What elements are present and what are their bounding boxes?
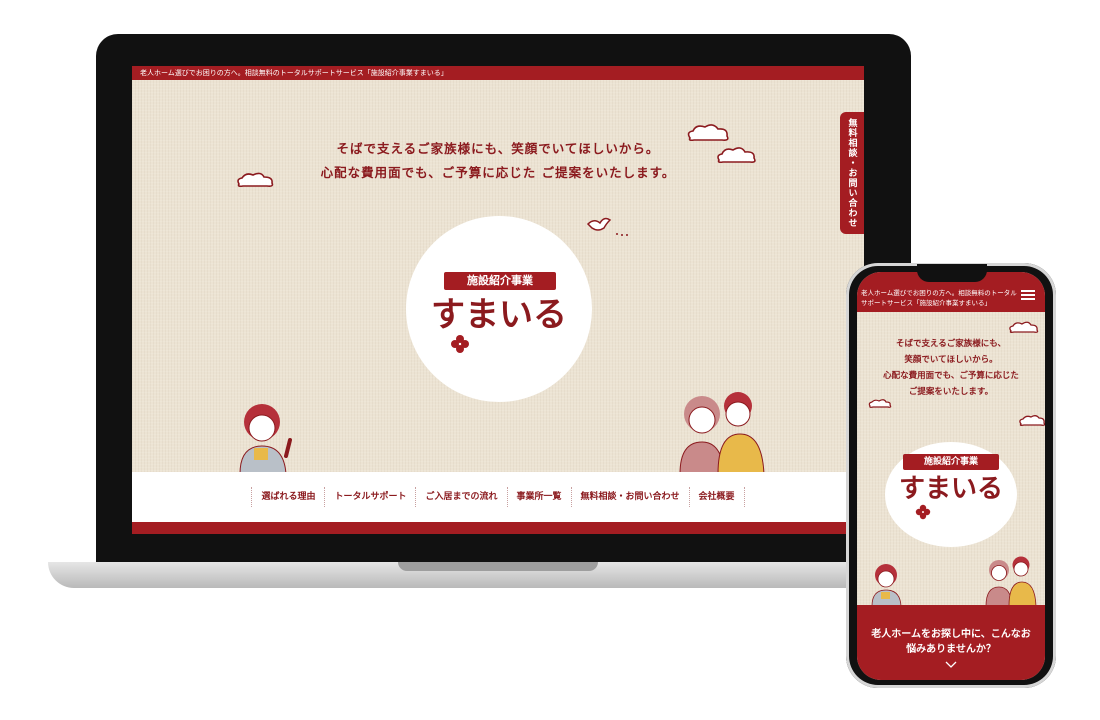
- mobile-logo-wordmark: すまいる: [898, 474, 1003, 504]
- mobile-tagline-line-1: そばで支えるご家族様にも、: [896, 339, 1006, 349]
- logo-ribbon: 施設紹介事業: [444, 272, 556, 290]
- mobile-woman-illustration: [871, 564, 902, 606]
- clover-icon: [915, 504, 931, 520]
- clover-icon: [451, 335, 469, 353]
- mobile-couple-illustration: [985, 556, 1037, 606]
- mobile-tagline-line-4: ご提案をいたします。: [908, 387, 994, 397]
- phone-notch: [917, 264, 987, 282]
- tagline-line-1: そばで支えるご家族様にも、笑顔でいてほしいから。: [336, 141, 660, 156]
- mobile-screen: 老人ホーム選びでお困りの方へ。相談無料のトータルサポートサービス「施設紹介事業す…: [857, 272, 1045, 680]
- nav-item-flow[interactable]: ご入居までの流れ: [415, 487, 506, 507]
- laptop-notch: [398, 562, 598, 571]
- couple-illustration: [679, 392, 765, 474]
- desktop-header-bar: 老人ホーム選びでお困りの方へ。相談無料のトータルサポートサービス「施設紹介事業す…: [132, 66, 864, 80]
- mobile-tagline-line-3: 心配な費用面でも、ご予算に応じた: [883, 371, 1019, 381]
- nav-item-total-support[interactable]: トータルサポート: [324, 487, 415, 507]
- desktop-screen: 老人ホーム選びでお困りの方へ。相談無料のトータルサポートサービス「施設紹介事業す…: [132, 66, 864, 534]
- mobile-worries-banner: 老人ホームをお探し中に、こんなお 悩みありませんか？: [857, 605, 1045, 680]
- cloud-icon: [1009, 321, 1039, 333]
- cloud-icon: [868, 399, 892, 408]
- banner-line-2: 悩みありませんか？: [906, 644, 996, 655]
- banner-line-1: 老人ホームをお探し中に、こんなお: [871, 629, 1031, 640]
- nav-item-company[interactable]: 会社概要: [688, 487, 745, 507]
- global-nav: 選ばれる理由 トータルサポート ご入居までの流れ 事業所一覧 無料相談・お問い合…: [132, 472, 864, 522]
- contact-side-tab[interactable]: 無料相談・お問い合わせ: [840, 112, 864, 234]
- nav-item-reasons[interactable]: 選ばれる理由: [251, 487, 324, 507]
- hamburger-menu-icon[interactable]: [1021, 290, 1035, 300]
- nav-item-offices[interactable]: 事業所一覧: [506, 487, 571, 507]
- desktop-footer-bar: [132, 522, 864, 534]
- woman-illustration: [239, 404, 292, 474]
- tagline-line-2: 心配な費用面でも、ご予算に応じた ご提案をいたします。: [320, 165, 676, 180]
- bird-icon: [586, 217, 628, 236]
- mobile-tagline-line-2: 笑顔でいてほしいから。: [904, 355, 998, 365]
- chevron-down-icon[interactable]: [945, 661, 957, 668]
- logo-wordmark: すまいる: [431, 295, 567, 335]
- cloud-icon: [1019, 415, 1045, 426]
- nav-item-contact[interactable]: 無料相談・お問い合わせ: [570, 487, 689, 507]
- mobile-logo-ribbon: 施設紹介事業: [903, 454, 999, 470]
